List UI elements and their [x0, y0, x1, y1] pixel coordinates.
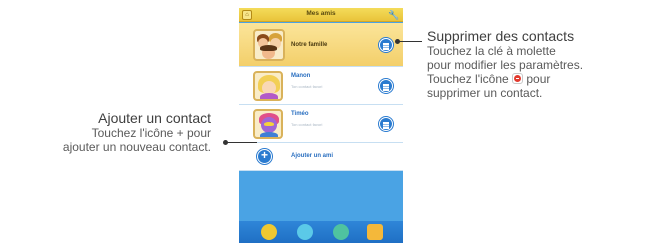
contact-name: Manon: [291, 73, 311, 79]
delete-callout-body: Touchez la clé à molette pour modifier l…: [427, 44, 647, 100]
contact-options-icon[interactable]: [379, 117, 393, 131]
contact-subtitle: Ton contact favori: [291, 84, 323, 89]
add-callout-line1: Touchez l'icône + pour: [91, 126, 211, 140]
delete-callout-line: [397, 41, 422, 42]
add-callout-body: Touchez l'icône + pour ajouter un nouvea…: [0, 126, 211, 154]
contact-options-icon[interactable]: [379, 38, 393, 52]
delete-callout-heading: Supprimer des contacts: [427, 28, 575, 44]
chat-tab-icon[interactable]: [297, 224, 313, 240]
contact-name: Timéo: [291, 111, 309, 117]
delete-callout-line3: Touchez l'icône pour: [427, 72, 647, 86]
add-friend-label: Ajouter un ami: [291, 153, 334, 159]
contact-row-family[interactable]: Notre famille: [239, 23, 403, 67]
delete-callout-line4: supprimer un contact.: [427, 86, 543, 100]
add-callout-line: [225, 142, 257, 143]
add-callout-heading: Ajouter un contact: [98, 110, 211, 126]
family-avatar: [253, 29, 285, 61]
timeo-avatar: [253, 109, 283, 139]
delete-callout-line2: pour modifier les paramètres.: [427, 58, 584, 72]
phone-screen: ⌂ Mes amis 🔧 Notre famille Manon Ton con…: [239, 8, 403, 243]
home-tab-icon[interactable]: [367, 224, 383, 240]
tab-bar: [239, 221, 403, 243]
delete-minus-icon: [512, 73, 524, 84]
wrench-icon[interactable]: 🔧: [388, 9, 400, 21]
add-callout: Ajouter un contact Touchez l'icône + pou…: [0, 110, 211, 154]
delete-callout-line1: Touchez la clé à molette: [427, 44, 556, 58]
delete-callout-line3-after: pour: [526, 72, 551, 86]
add-icon[interactable]: +: [257, 149, 272, 164]
delete-callout-line3-before: Touchez l'icône: [427, 72, 509, 86]
friends-tab-icon[interactable]: [261, 224, 277, 240]
phone-tab-icon[interactable]: [333, 224, 349, 240]
screen-title: Mes amis: [306, 10, 336, 17]
add-friend-row[interactable]: + Ajouter un ami: [239, 143, 403, 171]
contact-row-manon[interactable]: Manon Ton contact favori: [239, 67, 403, 105]
contact-options-icon[interactable]: [379, 79, 393, 93]
add-callout-line2: ajouter un nouveau contact.: [62, 140, 211, 154]
top-bar: ⌂ Mes amis 🔧: [239, 8, 403, 22]
contact-subtitle: Ton contact favori: [291, 122, 323, 127]
manon-avatar: [253, 71, 283, 101]
contact-name: Notre famille: [291, 42, 328, 48]
delete-callout: Supprimer des contacts Touchez la clé à …: [427, 28, 647, 100]
contact-row-timeo[interactable]: Timéo Ton contact favori: [239, 105, 403, 143]
